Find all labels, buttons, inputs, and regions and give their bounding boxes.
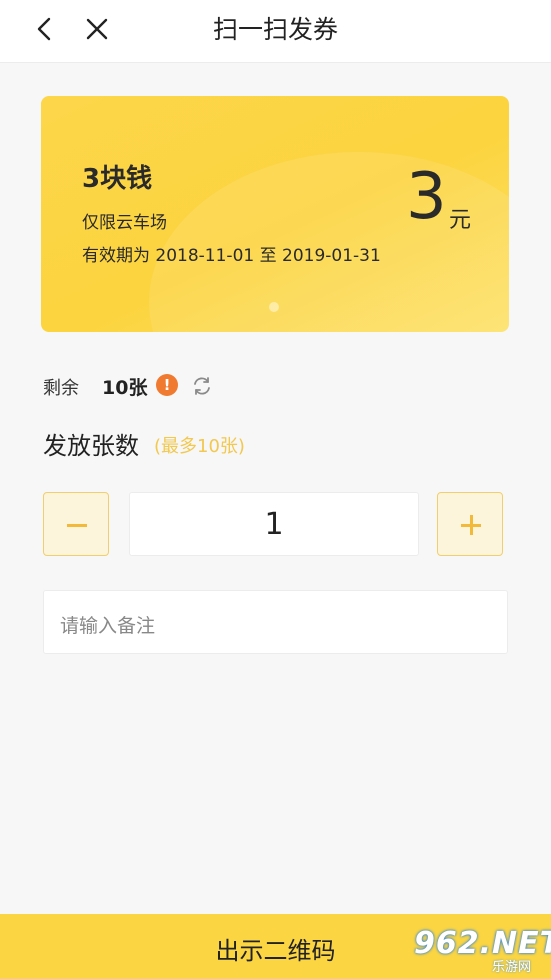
- coupon-amount: 3: [406, 160, 447, 234]
- increment-button[interactable]: [437, 492, 503, 556]
- coupon-card: 3块钱 仅限云车场 有效期为 2018-11-01 至 2019-01-31 3…: [41, 96, 509, 332]
- issue-count-hint: (最多10张): [154, 436, 245, 457]
- chevron-left-icon[interactable]: [30, 14, 60, 44]
- remark-input[interactable]: [43, 590, 508, 654]
- coupon-name: 3块钱: [82, 164, 153, 194]
- plus-icon-vertical: [470, 515, 473, 535]
- carousel-dot: [269, 302, 279, 312]
- issue-count-title: 发放张数: [43, 432, 139, 460]
- close-icon[interactable]: [82, 14, 112, 44]
- remaining-value: 10张: [102, 377, 148, 399]
- minus-icon: [67, 524, 87, 527]
- refresh-icon[interactable]: [191, 375, 213, 397]
- remaining-label: 剩余: [43, 378, 79, 399]
- coupon-validity: 有效期为 2018-11-01 至 2019-01-31: [82, 246, 381, 266]
- quantity-input[interactable]: [129, 492, 419, 556]
- warning-icon[interactable]: !: [156, 374, 178, 396]
- top-bar: 扫一扫发券: [0, 0, 551, 63]
- coupon-scope: 仅限云车场: [82, 213, 167, 233]
- decrement-button[interactable]: [43, 492, 109, 556]
- show-qrcode-button[interactable]: 出示二维码: [0, 914, 551, 979]
- coupon-amount-unit: 元: [449, 208, 472, 233]
